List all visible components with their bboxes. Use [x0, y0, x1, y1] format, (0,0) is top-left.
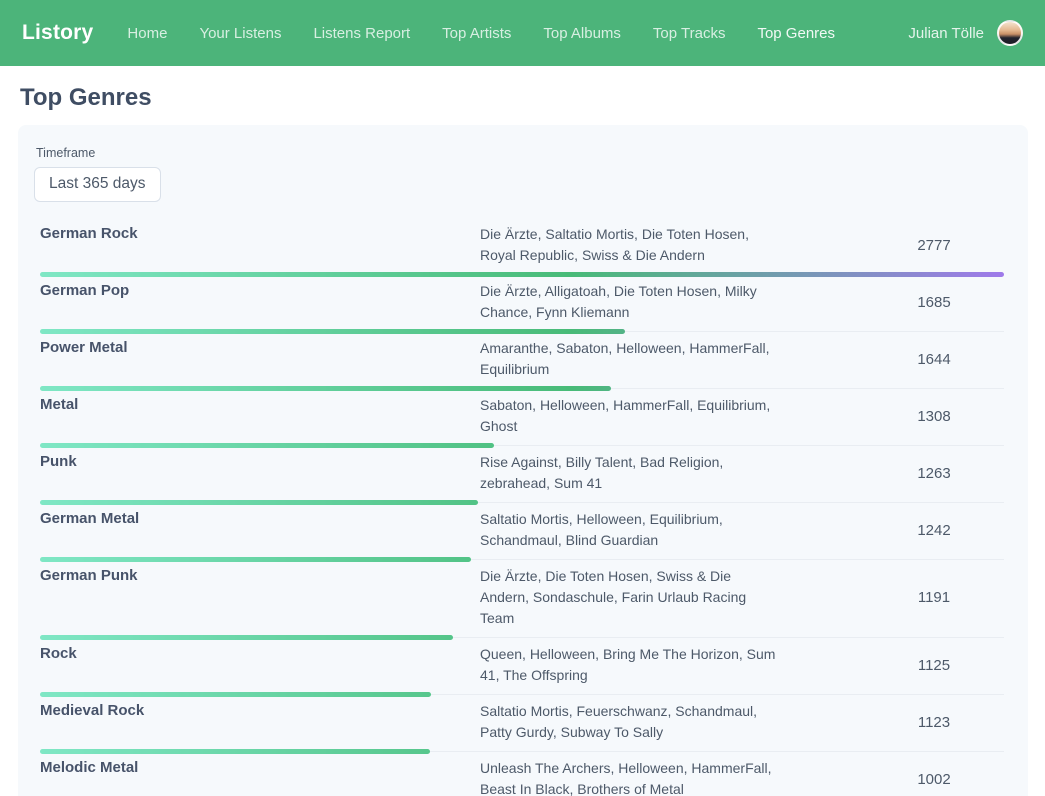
genre-artists-text: Queen, Helloween, Bring Me The Horizon, … — [480, 644, 780, 686]
nav-links: Home Your Listens Listens Report Top Artist… — [127, 25, 908, 42]
genre-artists: Saltatio Mortis, Feuerschwanz, Schandmau… — [480, 701, 864, 743]
genre-count: 1308 — [864, 408, 1004, 425]
genre-artists-text: Die Ärzte, Die Toten Hosen, Swiss & Die … — [480, 566, 780, 629]
page-title: Top Genres — [20, 84, 1026, 112]
genre-row: German PopDie Ärzte, Alligatoah, Die Tot… — [40, 275, 1004, 332]
top-navbar: Listory Home Your Listens Listens Report To… — [0, 0, 1045, 66]
timeframe-select[interactable]: Last 365 days — [34, 167, 161, 202]
genres-table: German RockDie Ärzte, Saltatio Mortis, D… — [40, 218, 1004, 796]
genre-row: German PunkDie Ärzte, Die Toten Hosen, S… — [40, 560, 1004, 638]
genre-count: 2777 — [864, 237, 1004, 254]
genre-count: 1125 — [864, 657, 1004, 674]
genre-artists-text: Die Ärzte, Alligatoah, Die Toten Hosen, … — [480, 281, 780, 323]
genre-count: 1242 — [864, 522, 1004, 539]
genre-artists: Die Ärzte, Alligatoah, Die Toten Hosen, … — [480, 281, 864, 323]
genre-row: German RockDie Ärzte, Saltatio Mortis, D… — [40, 218, 1004, 275]
genre-artists: Die Ärzte, Saltatio Mortis, Die Toten Ho… — [480, 224, 864, 266]
nav-item-top-genres[interactable]: Top Genres — [757, 25, 835, 42]
genre-name: German Pop — [40, 281, 480, 323]
user-menu: Julian Tölle — [908, 20, 1023, 46]
genre-name: Punk — [40, 452, 480, 494]
genre-row: MetalSabaton, Helloween, HammerFall, Equ… — [40, 389, 1004, 446]
genre-artists-text: Saltatio Mortis, Helloween, Equilibrium,… — [480, 509, 780, 551]
genre-count: 1191 — [864, 589, 1004, 606]
genre-artists: Rise Against, Billy Talent, Bad Religion… — [480, 452, 864, 494]
genre-row: Power MetalAmaranthe, Sabaton, Helloween… — [40, 332, 1004, 389]
genre-artists-text: Unleash The Archers, Helloween, HammerFa… — [480, 758, 780, 796]
genre-name: Metal — [40, 395, 480, 437]
genre-artists: Saltatio Mortis, Helloween, Equilibrium,… — [480, 509, 864, 551]
genre-artists: Queen, Helloween, Bring Me The Horizon, … — [480, 644, 864, 686]
genre-artists: Sabaton, Helloween, HammerFall, Equilibr… — [480, 395, 864, 437]
genre-artists-text: Saltatio Mortis, Feuerschwanz, Schandmau… — [480, 701, 780, 743]
timeframe-label: Timeframe — [36, 146, 1012, 160]
genre-name: Rock — [40, 644, 480, 686]
genre-name: Medieval Rock — [40, 701, 480, 743]
genre-artists-text: Sabaton, Helloween, HammerFall, Equilibr… — [480, 395, 780, 437]
genre-name: Power Metal — [40, 338, 480, 380]
genres-card: Timeframe Last 365 days German RockDie Ä… — [18, 125, 1028, 796]
user-name[interactable]: Julian Tölle — [908, 25, 984, 42]
genre-row: Medieval RockSaltatio Mortis, Feuerschwa… — [40, 695, 1004, 752]
genre-count: 1263 — [864, 465, 1004, 482]
nav-item-top-tracks[interactable]: Top Tracks — [653, 25, 726, 42]
genre-name: Melodic Metal — [40, 758, 480, 796]
genre-count: 1002 — [864, 771, 1004, 788]
genre-artists: Unleash The Archers, Helloween, HammerFa… — [480, 758, 864, 796]
user-avatar[interactable] — [997, 20, 1023, 46]
nav-item-top-albums[interactable]: Top Albums — [543, 25, 621, 42]
genre-count: 1685 — [864, 294, 1004, 311]
genre-artists-text: Rise Against, Billy Talent, Bad Religion… — [480, 452, 780, 494]
genre-count: 1123 — [864, 714, 1004, 731]
genre-row: German MetalSaltatio Mortis, Helloween, … — [40, 503, 1004, 560]
genre-row: RockQueen, Helloween, Bring Me The Horiz… — [40, 638, 1004, 695]
genre-row: PunkRise Against, Billy Talent, Bad Reli… — [40, 446, 1004, 503]
nav-item-listens-report[interactable]: Listens Report — [313, 25, 410, 42]
genre-artists-text: Die Ärzte, Saltatio Mortis, Die Toten Ho… — [480, 224, 780, 266]
genre-name: German Rock — [40, 224, 480, 266]
page-content: Top Genres Timeframe Last 365 days Germa… — [0, 84, 1045, 796]
genre-artists: Amaranthe, Sabaton, Helloween, HammerFal… — [480, 338, 864, 380]
nav-item-your-listens[interactable]: Your Listens — [199, 25, 281, 42]
nav-item-home[interactable]: Home — [127, 25, 167, 42]
genre-artists: Die Ärzte, Die Toten Hosen, Swiss & Die … — [480, 566, 864, 629]
genre-name: German Metal — [40, 509, 480, 551]
genre-name: German Punk — [40, 566, 480, 629]
app-logo[interactable]: Listory — [22, 21, 93, 45]
genre-count: 1644 — [864, 351, 1004, 368]
genre-row: Melodic MetalUnleash The Archers, Hellow… — [40, 752, 1004, 796]
genre-artists-text: Amaranthe, Sabaton, Helloween, HammerFal… — [480, 338, 780, 380]
nav-item-top-artists[interactable]: Top Artists — [442, 25, 511, 42]
